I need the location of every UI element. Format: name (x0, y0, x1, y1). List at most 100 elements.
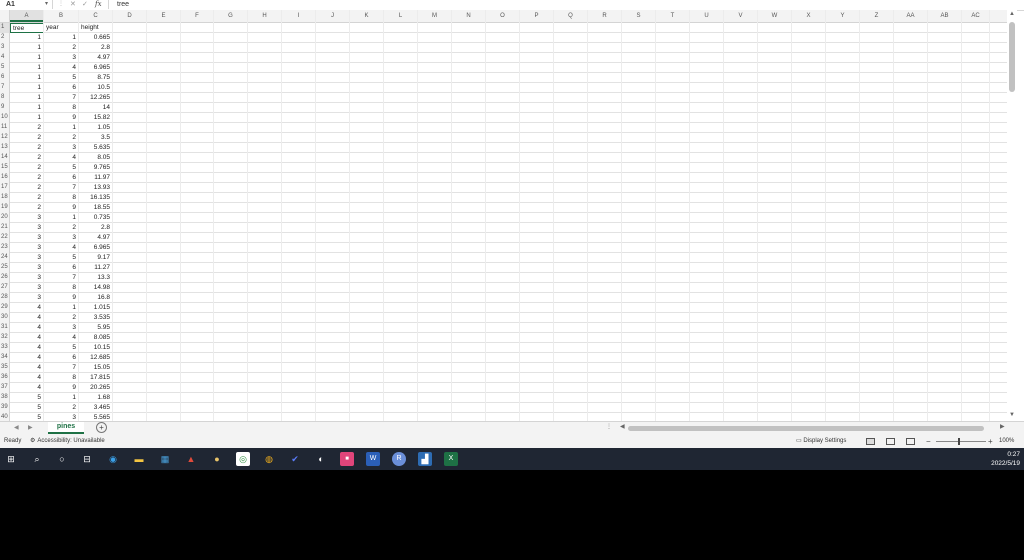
app-icon[interactable]: ▲ (184, 452, 198, 466)
data-cell[interactable]: 1.015 (79, 303, 113, 313)
row-header[interactable]: 11 (0, 123, 10, 133)
data-cell[interactable]: 0.665 (79, 33, 113, 43)
data-cell[interactable]: 16.135 (79, 193, 113, 203)
column-header[interactable]: AC (962, 10, 990, 22)
row-header[interactable]: 29 (0, 303, 10, 313)
data-cell[interactable]: 3 (10, 223, 44, 233)
column-header[interactable]: X (792, 10, 826, 22)
data-cell[interactable]: 9.765 (79, 163, 113, 173)
data-cell[interactable]: 6 (44, 263, 79, 273)
row-header[interactable]: 25 (0, 263, 10, 273)
data-cell[interactable]: 2 (44, 133, 79, 143)
row-header[interactable]: 17 (0, 183, 10, 193)
data-cell[interactable]: 4 (10, 353, 44, 363)
widgets-icon[interactable]: ⊟ (80, 452, 94, 466)
data-cell[interactable]: 15.05 (79, 363, 113, 373)
zoom-in-button[interactable]: + (988, 435, 993, 448)
data-cell[interactable]: 5.635 (79, 143, 113, 153)
column-header[interactable]: N (452, 10, 486, 22)
row-header[interactable]: 15 (0, 163, 10, 173)
column-header[interactable]: I (282, 10, 316, 22)
column-header[interactable]: D (113, 10, 147, 22)
data-cell[interactable]: 8.085 (79, 333, 113, 343)
scroll-thumb[interactable] (628, 426, 984, 431)
column-header[interactable]: H (248, 10, 282, 22)
column-header[interactable]: E (147, 10, 181, 22)
data-cell[interactable]: 9 (44, 293, 79, 303)
column-header[interactable]: W (758, 10, 792, 22)
row-header[interactable]: 9 (0, 103, 10, 113)
data-cell[interactable]: 5.565 (79, 413, 113, 421)
data-cell[interactable]: 2 (44, 43, 79, 53)
data-cell[interactable]: 1 (44, 123, 79, 133)
excel-icon[interactable]: X (444, 452, 458, 466)
data-cell[interactable]: 8 (44, 193, 79, 203)
data-cell[interactable]: 2 (44, 313, 79, 323)
data-cell[interactable]: 18.55 (79, 203, 113, 213)
row-header[interactable]: 31 (0, 323, 10, 333)
data-cell[interactable]: 3 (10, 253, 44, 263)
data-cell[interactable]: 2 (10, 133, 44, 143)
row-header[interactable]: 27 (0, 283, 10, 293)
data-cell[interactable]: 16.8 (79, 293, 113, 303)
row-header[interactable]: 10 (0, 113, 10, 123)
data-cell[interactable]: 1.68 (79, 393, 113, 403)
data-cell[interactable]: 4 (10, 383, 44, 393)
data-cell[interactable]: 3 (10, 283, 44, 293)
data-cell[interactable]: 3 (44, 233, 79, 243)
app-icon[interactable]: ◐ (314, 452, 328, 466)
row-header[interactable]: 7 (0, 83, 10, 93)
scroll-left-icon[interactable]: ◀ (620, 423, 625, 430)
data-cell[interactable]: 9 (44, 113, 79, 123)
more-icon[interactable]: ⋮ (606, 422, 612, 433)
data-cell[interactable]: 2 (10, 153, 44, 163)
data-cell[interactable]: 10.15 (79, 343, 113, 353)
cancel-icon[interactable]: ✕ (70, 0, 76, 9)
row-header[interactable]: 33 (0, 343, 10, 353)
row-header[interactable]: 21 (0, 223, 10, 233)
data-cell[interactable]: 3.465 (79, 403, 113, 413)
row-header[interactable]: 12 (0, 133, 10, 143)
zoom-level[interactable]: 100% (999, 435, 1014, 448)
data-cell[interactable]: 8 (44, 103, 79, 113)
row-header[interactable]: 38 (0, 393, 10, 403)
data-cell[interactable]: 2 (10, 203, 44, 213)
data-cell[interactable]: 20.265 (79, 383, 113, 393)
row-header[interactable]: 32 (0, 333, 10, 343)
data-cell[interactable]: 3 (10, 233, 44, 243)
data-cell[interactable]: 5 (10, 403, 44, 413)
header-cell[interactable]: year (44, 23, 79, 33)
data-cell[interactable]: 6.965 (79, 63, 113, 73)
row-header[interactable]: 23 (0, 243, 10, 253)
next-sheet-icon[interactable]: ▶ (28, 423, 33, 434)
data-cell[interactable]: 1 (10, 113, 44, 123)
chrome-icon[interactable]: ◍ (262, 452, 276, 466)
word-icon[interactable]: W (366, 452, 380, 466)
data-cell[interactable]: 14.98 (79, 283, 113, 293)
column-header[interactable]: Z (860, 10, 894, 22)
column-header[interactable]: Y (826, 10, 860, 22)
data-cell[interactable]: 5 (10, 393, 44, 403)
data-cell[interactable]: 7 (44, 273, 79, 283)
row-header[interactable]: 22 (0, 233, 10, 243)
data-cell[interactable]: 9.17 (79, 253, 113, 263)
data-cell[interactable]: 4 (10, 363, 44, 373)
data-cell[interactable]: 0.735 (79, 213, 113, 223)
column-header[interactable]: AA (894, 10, 928, 22)
data-cell[interactable]: 5.95 (79, 323, 113, 333)
row-header[interactable]: 19 (0, 203, 10, 213)
data-cell[interactable]: 2 (10, 163, 44, 173)
row-header[interactable]: 28 (0, 293, 10, 303)
data-cell[interactable]: 1 (10, 73, 44, 83)
data-cell[interactable]: 4 (44, 333, 79, 343)
data-cell[interactable]: 1 (10, 103, 44, 113)
data-cell[interactable]: 1 (44, 33, 79, 43)
data-cell[interactable]: 17.815 (79, 373, 113, 383)
column-header[interactable]: A (10, 10, 44, 22)
data-cell[interactable]: 13.3 (79, 273, 113, 283)
data-cell[interactable]: 3 (10, 293, 44, 303)
data-cell[interactable]: 2 (10, 173, 44, 183)
prev-sheet-icon[interactable]: ◀ (14, 423, 19, 434)
data-cell[interactable]: 4 (10, 343, 44, 353)
data-cell[interactable]: 2.8 (79, 223, 113, 233)
